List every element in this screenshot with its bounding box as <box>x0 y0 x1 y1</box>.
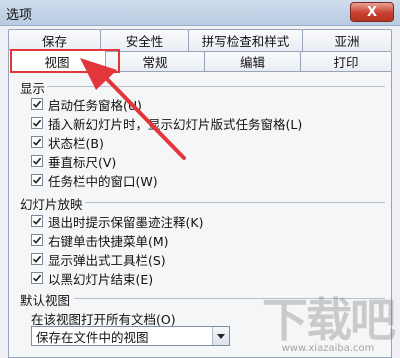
option-label: 状态栏(B) <box>48 135 104 151</box>
option-layout-task-pane[interactable]: 插入新幻灯片时，显示幻灯片版式任务窗格(L) <box>31 115 303 132</box>
section-title-slideshow: 幻灯片放映 <box>20 197 83 212</box>
checkbox[interactable] <box>31 136 43 148</box>
select-value: 保存在文件中的视图 <box>36 329 149 345</box>
option-label: 显示弹出式工具栏(S) <box>48 252 166 268</box>
checkmark-icon <box>32 274 42 282</box>
option-label: 右键单击快捷菜单(M) <box>48 233 169 249</box>
checkbox[interactable] <box>31 98 43 110</box>
option-right-click-menu[interactable]: 右键单击快捷菜单(M) <box>31 232 169 249</box>
checkmark-icon <box>32 100 42 108</box>
checkmark-icon <box>32 217 42 225</box>
checkmark-icon <box>32 236 42 244</box>
option-label: 退出时提示保留墨迹注释(K) <box>48 214 204 230</box>
watermark-logo: 下载吧 <box>262 293 396 347</box>
option-startup-task-pane[interactable]: 启动任务窗格(U) <box>31 96 142 113</box>
tab-print[interactable]: 打印 <box>300 51 392 71</box>
checkbox[interactable] <box>31 253 43 265</box>
default-view-select[interactable]: 保存在文件中的视图 <box>31 326 230 346</box>
checkbox[interactable] <box>31 174 43 186</box>
section-title-default-view: 默认视图 <box>20 293 71 308</box>
option-status-bar[interactable]: 状态栏(B) <box>31 134 104 151</box>
option-popup-toolbar[interactable]: 显示弹出式工具栏(S) <box>31 251 166 268</box>
watermark-domain: www.xiazaiba.com <box>281 343 375 354</box>
tab-row-front: 视图 常规 编辑 打印 <box>8 49 392 72</box>
checkbox[interactable] <box>31 272 43 284</box>
window-title: 选项 <box>6 8 33 23</box>
checkmark-icon <box>32 255 42 263</box>
checkmark-icon <box>32 176 42 184</box>
close-icon: X <box>366 4 378 20</box>
checkmark-icon <box>32 119 42 127</box>
dropdown-button[interactable] <box>212 327 229 345</box>
option-label: 插入新幻灯片时，显示幻灯片版式任务窗格(L) <box>48 116 303 132</box>
tab-edit[interactable]: 编辑 <box>204 51 301 71</box>
option-label: 启动任务窗格(U) <box>48 97 142 113</box>
close-button[interactable]: X <box>350 2 394 22</box>
option-keep-ink-prompt[interactable]: 退出时提示保留墨迹注释(K) <box>31 213 204 230</box>
section-divider <box>85 202 385 203</box>
checkbox[interactable] <box>31 155 43 167</box>
section-title-display: 显示 <box>20 81 46 96</box>
option-label: 垂直标尺(V) <box>48 154 117 170</box>
tab-asian[interactable]: 亚洲 <box>302 29 392 51</box>
checkbox[interactable] <box>31 234 43 246</box>
tab-spelling-style[interactable]: 拼写检查和样式 <box>188 29 303 51</box>
option-label: 以黑幻灯片结束(E) <box>48 271 154 287</box>
tab-row-back: 保存 安全性 拼写检查和样式 亚洲 <box>8 29 392 51</box>
tab-security[interactable]: 安全性 <box>100 29 189 51</box>
checkbox[interactable] <box>31 117 43 129</box>
title-bar: 选项 X <box>0 0 400 26</box>
option-vertical-ruler[interactable]: 垂直标尺(V) <box>31 153 117 170</box>
option-end-black-slide[interactable]: 以黑幻灯片结束(E) <box>31 270 154 287</box>
checkbox[interactable] <box>31 215 43 227</box>
section-divider <box>47 86 385 87</box>
checkmark-icon <box>32 157 42 165</box>
option-windows-in-taskbar[interactable]: 任务栏中的窗口(W) <box>31 172 158 189</box>
tab-save[interactable]: 保存 <box>8 29 101 51</box>
tab-general[interactable]: 常规 <box>105 51 205 71</box>
tab-view[interactable]: 视图 <box>8 49 106 72</box>
checkmark-icon <box>32 138 42 146</box>
chevron-down-icon <box>217 333 225 339</box>
option-label: 任务栏中的窗口(W) <box>48 173 158 189</box>
watermark: 下载吧 www.xiazaiba.com <box>262 293 396 354</box>
